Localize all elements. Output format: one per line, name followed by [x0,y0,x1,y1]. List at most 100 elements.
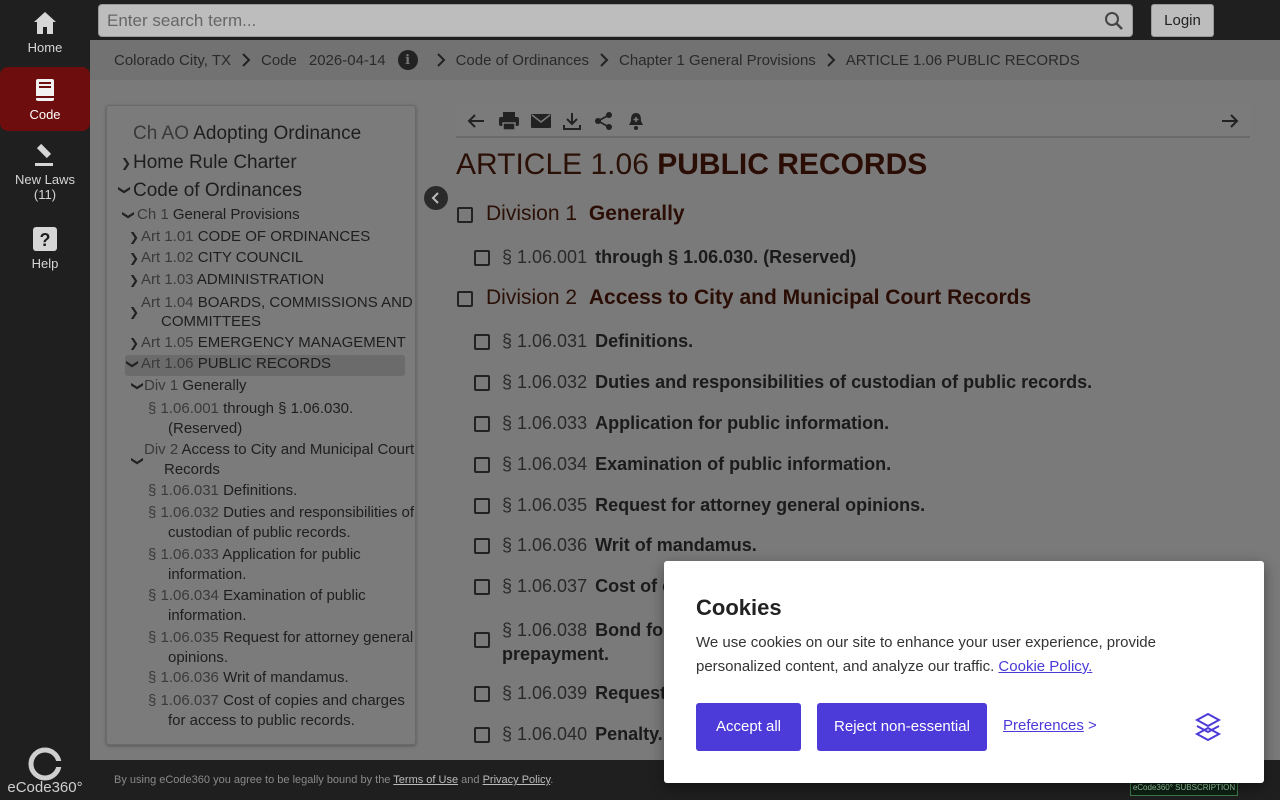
toc-item-article-1-02[interactable]: ❯ Art 1.02 CITY COUNCIL [129,249,415,266]
preferences-arrow: > [1088,717,1097,734]
toc-item-home-rule-charter[interactable]: ❯ Home Rule Charter [121,152,415,174]
chevron-right-icon[interactable]: ❯ [129,273,139,287]
left-rail: Home Code New Laws (11) ? Help eCode360° [0,0,90,800]
toc-item-article-1-03[interactable]: ❯ Art 1.03 ADMINISTRATION [129,271,415,288]
section-checkbox[interactable] [474,632,490,648]
chevron-right-icon[interactable]: ❯ [129,251,139,265]
section-checkbox[interactable] [474,457,490,473]
breadcrumb-chapter[interactable]: Chapter 1 General Provisions [619,52,816,69]
reject-non-essential-button[interactable]: Reject non-essential [817,703,987,751]
breadcrumb-city[interactable]: Colorado City, TX [114,52,231,69]
ecode360-logo-icon [28,747,62,781]
toc-item-article-1-01[interactable]: ❯ Art 1.01 CODE OF ORDINANCES [129,228,415,245]
rail-help[interactable]: ? Help [0,226,90,271]
cookie-policy-link[interactable]: Cookie Policy. [998,658,1092,675]
chevron-right-icon[interactable]: ❯ [121,156,131,170]
print-icon[interactable] [498,111,520,131]
rail-new-laws[interactable]: New Laws (11) [0,142,90,202]
section-number: § 1.06.036 [502,535,588,555]
section-row[interactable]: § 1.06.032 Duties and responsibilities o… [472,372,1092,393]
toc-item-adopting-ordinance[interactable]: Ch AO Adopting Ordinance [133,123,415,145]
division-1-checkbox[interactable] [457,207,473,223]
section-checkbox[interactable] [474,538,490,554]
toc-item-article-1-04[interactable]: ❯ Art 1.04 BOARDS, COMMISSIONS AND COMMI… [129,293,415,331]
toc-item-code-of-ordinances[interactable]: ❯ Code of Ordinances [118,180,415,202]
section-row[interactable]: § 1.06.001 through § 1.06.030. (Reserved… [472,247,856,268]
toc-item-section-1-06-033[interactable]: § 1.06.033 Application for public inform… [148,545,415,585]
chevron-right-icon[interactable]: ❯ [129,230,139,244]
info-icon[interactable]: i [397,50,418,70]
bell-plus-icon[interactable] [626,111,646,131]
download-icon[interactable] [562,111,582,131]
chevron-down-icon[interactable]: ❯ [118,185,132,195]
toc-item-division-2[interactable]: ❯ Div 2 Access to City and Municipal Cou… [131,440,415,480]
section-checkbox[interactable] [474,334,490,350]
search-box[interactable] [98,4,1133,37]
search-input[interactable] [107,9,1087,33]
section-row[interactable]: § 1.06.039 Requests [472,683,676,704]
toc-item-section-1-06-034[interactable]: § 1.06.034 Examination of public informa… [148,586,415,626]
section-title: Application for public information. [595,413,890,433]
rail-new-laws-label: New Laws [15,172,75,187]
rail-code[interactable]: Code [0,67,90,131]
section-row[interactable]: § 1.06.036 Writ of mandamus. [472,535,757,556]
section-checkbox[interactable] [474,250,490,266]
toc-item-section-1-06-001[interactable]: § 1.06.001 through § 1.06.030. (Reserved… [148,399,415,439]
breadcrumb-code[interactable]: Code [261,52,297,69]
section-checkbox[interactable] [474,416,490,432]
terms-of-use-link[interactable]: Terms of Use [393,774,458,786]
toc-item-article-1-05[interactable]: ❯ Art 1.05 EMERGENCY MANAGEMENT [129,334,415,351]
section-checkbox[interactable] [474,727,490,743]
toc-item-label: EMERGENCY MANAGEMENT [197,334,406,351]
cookie-title: Cookies [696,595,782,620]
chevron-down-icon[interactable]: ❯ [122,210,136,220]
toc-item-chapter-1[interactable]: ❯ Ch 1 General Provisions [122,206,415,223]
footer-and: and [461,774,480,786]
page-title-label: PUBLIC RECORDS [657,148,928,181]
collapse-toc-button[interactable] [424,186,448,210]
toc-item-division-1[interactable]: ❯ Div 1 Generally [131,377,415,394]
chevron-right-icon[interactable]: ❯ [129,303,139,322]
section-row[interactable]: § 1.06.037 Cost of c [472,576,672,597]
search-icon[interactable] [1104,11,1124,31]
accept-all-button[interactable]: Accept all [696,703,801,751]
chevron-right-icon[interactable]: ❯ [129,336,139,350]
toc-item-section-1-06-037[interactable]: § 1.06.037 Cost of copies and charges fo… [148,691,415,731]
section-checkbox[interactable] [474,375,490,391]
toc-item-section-1-06-032[interactable]: § 1.06.032 Duties and responsibilities o… [148,503,415,543]
toc-item-section-1-06-035[interactable]: § 1.06.035 Request for attorney general … [148,628,415,668]
toc-item-prefix: Art 1.06 [141,355,194,372]
toc-item-section-1-06-031[interactable]: § 1.06.031 Definitions. [148,482,415,499]
section-title: Examination of public information. [595,454,892,474]
division-2-checkbox[interactable] [457,291,473,307]
rail-home[interactable]: Home [0,10,90,55]
toc-item-label-cont: COMMITTEES [161,313,261,330]
privacy-policy-link[interactable]: Privacy Policy [483,774,551,786]
section-row[interactable]: § 1.06.035 Request for attorney general … [472,495,925,516]
login-button[interactable]: Login [1151,4,1214,37]
section-row[interactable]: § 1.06.038 Bond for prepayment. [472,618,670,666]
email-icon[interactable] [530,111,552,131]
chevron-down-icon[interactable]: ❯ [128,456,148,466]
chevron-down-icon[interactable]: ❯ [126,359,140,369]
section-title: Duties and responsibilities of custodian… [595,372,1093,392]
division-1-heading[interactable]: Division 1 Generally [456,202,685,226]
toc-item-section-1-06-036[interactable]: § 1.06.036 Writ of mandamus. [148,669,415,686]
section-checkbox[interactable] [474,498,490,514]
toc-item-article-1-06[interactable]: ❯ Art 1.06 PUBLIC RECORDS [125,355,405,376]
preferences-link[interactable]: Preferences > [1003,717,1097,734]
ecode360-logo[interactable]: eCode360° [0,747,90,796]
section-row[interactable]: § 1.06.040 Penalty. [472,724,663,745]
section-row[interactable]: § 1.06.031 Definitions. [472,331,693,352]
section-checkbox[interactable] [474,579,490,595]
arrow-left-icon[interactable] [466,111,486,131]
arrow-right-icon[interactable] [1220,111,1240,131]
toc-item-label-cont: (Reserved) [168,420,243,437]
chevron-down-icon[interactable]: ❯ [131,381,145,391]
section-row[interactable]: § 1.06.034 Examination of public informa… [472,454,891,475]
breadcrumb-code-of-ordinances[interactable]: Code of Ordinances [456,52,589,69]
section-checkbox[interactable] [474,686,490,702]
section-row[interactable]: § 1.06.033 Application for public inform… [472,413,889,434]
share-icon[interactable] [594,111,614,131]
division-2-heading[interactable]: Division 2 Access to City and Municipal … [456,286,1031,310]
